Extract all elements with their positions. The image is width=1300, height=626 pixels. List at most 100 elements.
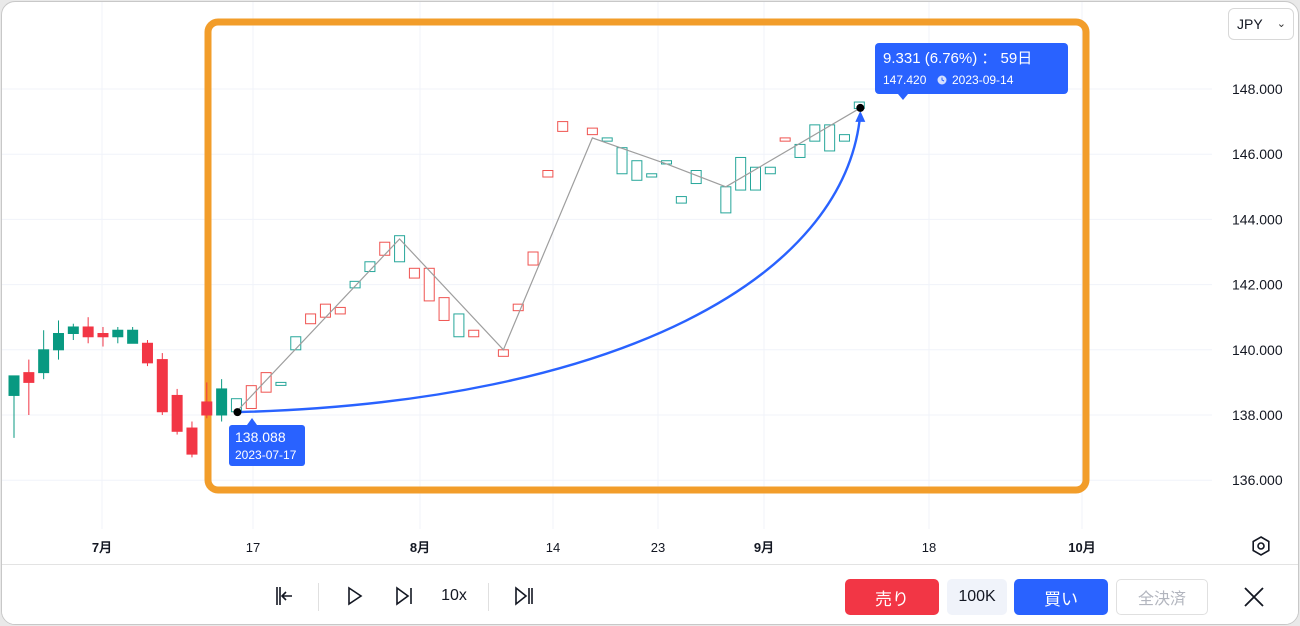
- candle: [52, 320, 64, 360]
- candle-body: [779, 137, 791, 142]
- candle-body: [764, 166, 776, 175]
- candle-body: [201, 401, 213, 416]
- candle: [735, 156, 747, 191]
- play-icon[interactable]: [338, 579, 370, 613]
- candle: [527, 251, 539, 266]
- candle-body: [275, 381, 287, 386]
- candle: [408, 267, 420, 279]
- candle-body: [186, 427, 198, 455]
- toolbar-separator: [488, 583, 489, 611]
- price-tick-label: 140.000: [1232, 342, 1283, 358]
- measure-end-point: [856, 103, 865, 112]
- candle-body: [824, 124, 836, 152]
- end-label: 9.331 (6.76%) ： 59日 147.420 2023-09-14: [875, 43, 1068, 100]
- candle-body: [631, 160, 643, 181]
- candle-body: [408, 267, 420, 279]
- candle-body: [423, 267, 435, 302]
- candle: [156, 353, 168, 415]
- candle-body: [290, 336, 302, 351]
- candle: [497, 349, 509, 357]
- candle-body: [141, 342, 153, 364]
- candle-body: [616, 147, 628, 175]
- start-label: 138.088 2023-07-17: [229, 418, 305, 466]
- candle: [720, 186, 732, 214]
- candle-body: [52, 333, 64, 351]
- measure-headline: 9.331 (6.76%) ： 59日: [883, 50, 1032, 67]
- candle: [216, 379, 228, 422]
- candle-body: [379, 241, 391, 256]
- candle-body: [82, 326, 94, 338]
- time-tick-label: 8月: [410, 540, 430, 555]
- speed-button[interactable]: 10x: [432, 579, 476, 613]
- step-forward-icon[interactable]: [388, 579, 420, 613]
- candle: [127, 326, 139, 344]
- candle: [616, 147, 628, 175]
- time-tick-label: 17: [246, 540, 260, 555]
- settings-gear-icon[interactable]: [1252, 536, 1270, 556]
- price-tick-label: 146.000: [1232, 146, 1283, 162]
- currency-select[interactable]: JPY ⌄: [1228, 8, 1294, 40]
- candle-body: [305, 313, 317, 325]
- time-tick-label: 23: [651, 540, 665, 555]
- candle-body: [646, 173, 658, 178]
- candle-body: [38, 349, 50, 374]
- candle-body: [468, 329, 480, 338]
- candle: [23, 359, 35, 415]
- candle-body: [260, 372, 272, 393]
- price-axis[interactable]: 148.000 146.000 144.000 142.000 140.000 138.0…: [1232, 81, 1283, 488]
- close-icon[interactable]: [1238, 581, 1270, 613]
- candle: [838, 134, 850, 142]
- time-axis[interactable]: 7月 17 8月 14 23 9月 18 10月: [92, 540, 1096, 555]
- start-price: 138.088: [235, 429, 286, 445]
- candle-body: [97, 333, 109, 338]
- candle-body: [675, 196, 687, 204]
- candle: [557, 121, 569, 132]
- candle: [438, 297, 450, 321]
- measure-arrow: [233, 103, 866, 417]
- sell-button[interactable]: 売り: [845, 579, 939, 615]
- price-tick-label: 136.000: [1232, 472, 1283, 488]
- candle: [8, 375, 20, 438]
- candle-body: [8, 375, 20, 396]
- candle: [112, 326, 124, 344]
- candle: [141, 340, 153, 367]
- candle: [453, 313, 465, 338]
- buy-button[interactable]: 買い: [1014, 579, 1108, 615]
- candle: [186, 421, 198, 458]
- jump-to-realtime-icon[interactable]: [508, 579, 540, 613]
- candle: [290, 336, 302, 351]
- candle-body: [794, 143, 806, 158]
- step-back-icon[interactable]: [268, 579, 300, 613]
- candle: [38, 330, 50, 380]
- candle-body: [735, 156, 747, 191]
- candle-body: [156, 359, 168, 413]
- candle: [601, 137, 613, 142]
- candle-body: [557, 121, 569, 132]
- candle: [646, 173, 658, 178]
- candle-body: [112, 329, 124, 338]
- clock-icon: [937, 75, 947, 85]
- candle: [779, 137, 791, 142]
- measure-arrowhead: [855, 110, 866, 122]
- candle-body: [23, 372, 35, 383]
- end-date: 2023-09-14: [952, 73, 1014, 87]
- time-tick-label: 7月: [92, 540, 112, 555]
- candle-body: [438, 297, 450, 321]
- price-tick-label: 144.000: [1232, 211, 1283, 227]
- candle: [334, 306, 346, 315]
- candle: [824, 124, 836, 152]
- candle: [750, 166, 761, 191]
- price-chart[interactable]: 148.000 146.000 144.000 142.000 140.000 138.0…: [2, 2, 1299, 564]
- candle-body: [497, 349, 509, 357]
- candle-body: [171, 394, 183, 432]
- candle-body: [838, 134, 850, 142]
- close-all-button[interactable]: 全決済: [1116, 579, 1208, 615]
- candle-body: [542, 170, 554, 178]
- candle-body: [127, 329, 139, 344]
- candle: [468, 329, 480, 338]
- candle-body: [319, 303, 331, 318]
- toolbar-separator: [318, 583, 319, 611]
- quantity-field[interactable]: 100K: [947, 579, 1007, 615]
- candle-body: [334, 306, 346, 315]
- candle: [423, 267, 435, 302]
